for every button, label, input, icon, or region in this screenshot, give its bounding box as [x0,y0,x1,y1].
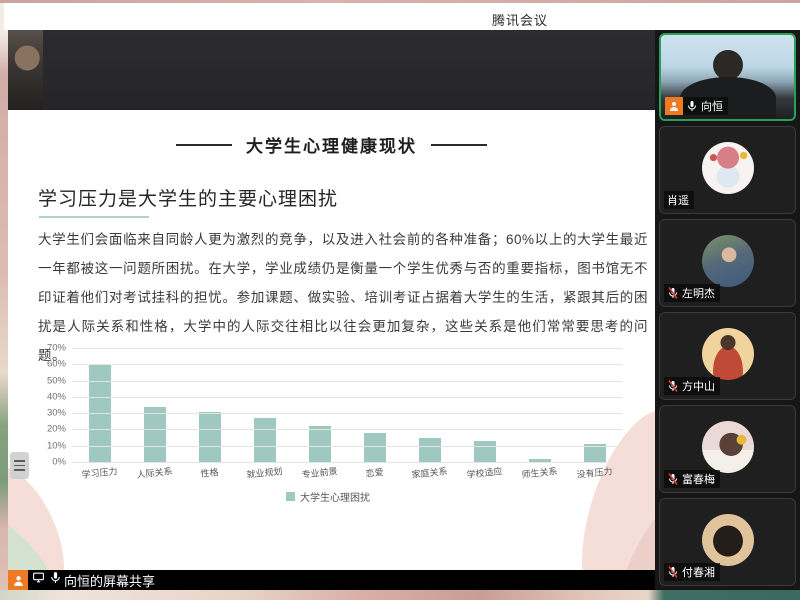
bar-专业前景 [309,426,331,462]
screen-share-icon [32,571,45,589]
participant-name: 向恒 [701,98,723,114]
bar-chart: 0% 10% 20% 30% 40% 50% 60% 70% 学习压力人际关系性格就业规划专业… [30,343,626,509]
illustration-sunflower-avatar [702,421,754,473]
share-banner-text: 向恒的屏幕共享 [64,571,155,590]
name-pill: 富春梅 [664,470,720,488]
chart-x-axis: 学习压力人际关系性格就业规划专业前景恋爱家庭关系学校适应师生关系没有压力 [72,466,622,479]
x-tick-label: 恋爱 [346,463,402,482]
participant-label: 向恒 [665,97,728,115]
y-tick-label: 10% [30,440,66,451]
slide-heading: 学习压力是大学生的主要心理困扰 [38,184,338,211]
meeting-app: 大学生心理健康现状 学习压力是大学生的主要心理困扰 大学生们会面临来自同龄人更为… [8,30,800,590]
presentation-slide: 大学生心理健康现状 学习压力是大学生的主要心理困扰 大学生们会面临来自同龄人更为… [8,110,655,570]
y-tick-label: 50% [30,375,66,386]
title-dash-right [431,144,487,146]
microphone-muted-icon [667,380,679,392]
bar-恋爱 [364,433,386,462]
slide-title-row: 大学生心理健康现状 [8,132,655,157]
legend-swatch [286,492,295,501]
bar-没有压力 [584,444,606,462]
participant-name: 肖遥 [667,192,689,208]
gridline [72,348,622,349]
participant-label: 付春湘 [664,563,720,581]
microphone-muted-icon [667,473,679,485]
participant-label: 富春梅 [664,470,720,488]
window-titlebar: 腾讯会议 [4,3,800,30]
y-tick-label: 70% [30,343,66,354]
gridline [72,462,622,463]
photo-blue-hoodie-avatar [702,235,754,287]
gridline [72,397,622,398]
bar-性格 [199,412,221,462]
y-tick-label: 40% [30,391,66,402]
participant-tile-富春梅[interactable]: 富春梅 [659,405,796,493]
presenter-person-icon [8,570,28,590]
presenter-person-icon [665,97,683,115]
cartoon-girl-avatar [702,142,754,194]
participant-tile-付春湘[interactable]: 付春湘 [659,498,796,586]
participant-name: 方中山 [682,378,715,394]
title-dash-left [176,144,232,146]
y-tick-label: 60% [30,359,66,370]
x-tick-label: 人际关系 [126,463,182,482]
participant-tile-方中山[interactable]: 方中山 [659,312,796,400]
microphone-icon [686,100,698,112]
microphone-muted-icon [667,287,679,299]
participants-panel: 向恒肖遥左明杰方中山富春梅付春湘 [655,30,800,590]
chart-plot [72,348,622,462]
wallpaper-bottom-strip [0,590,800,600]
gridline [72,429,622,430]
name-pill: 付春湘 [664,563,720,581]
bar-人际关系 [144,407,166,462]
slide-title: 大学生心理健康现状 [246,132,417,157]
window-title: 腾讯会议 [492,10,548,29]
heading-underline [39,216,149,218]
bar-家庭关系 [419,438,441,462]
name-pill: 肖遥 [664,191,694,209]
participant-name: 付春湘 [682,564,715,580]
participant-name: 富春梅 [682,471,715,487]
participant-label: 左明杰 [664,284,720,302]
x-tick-label: 就业规划 [236,463,292,482]
x-tick-label: 师生关系 [511,463,567,482]
participant-label: 肖遥 [664,191,694,209]
cartoon-boy-red-avatar [702,328,754,380]
x-tick-label: 性格 [181,463,237,482]
bar-学校适应 [474,441,496,462]
y-tick-label: 30% [30,408,66,419]
wallpaper-left-strip [0,3,8,600]
participant-tile-肖遥[interactable]: 肖遥 [659,126,796,214]
name-pill: 方中山 [664,377,720,395]
microphone-muted-icon [667,566,679,578]
presenter-camera-thumbnail [8,30,43,110]
shared-screen-top-band [8,30,655,110]
x-tick-label: 学习压力 [71,463,127,482]
participant-label: 方中山 [664,377,720,395]
photo-long-hair-avatar [702,514,754,566]
gridline [72,364,622,365]
y-tick-label: 0% [30,457,66,468]
x-tick-label: 没有压力 [566,463,622,482]
gridline [72,381,622,382]
participant-tile-左明杰[interactable]: 左明杰 [659,219,796,307]
x-tick-label: 家庭关系 [401,463,457,482]
participant-name: 左明杰 [682,285,715,301]
shared-screen-stage: 大学生心理健康现状 学习压力是大学生的主要心理困扰 大学生们会面临来自同龄人更为… [8,30,655,590]
y-tick-label: 20% [30,424,66,435]
desktop: 腾讯会议 大学生心理健康现状 学习压力是大学生的主要心理困扰 大学生们会面临来自… [0,0,800,600]
chart-y-axis: 0%10%20%30%40%50%60%70% [30,348,66,462]
chart-legend: 大学生心理困扰 [30,489,626,504]
microphone-icon [49,571,62,589]
screen-share-banner: 向恒的屏幕共享 [8,570,655,590]
gridline [72,446,622,447]
name-pill: 向恒 [683,97,728,115]
slideshow-menu-button[interactable] [10,452,29,479]
x-tick-label: 学校适应 [456,463,512,482]
legend-label: 大学生心理困扰 [300,489,370,504]
gridline [72,413,622,414]
x-tick-label: 专业前景 [291,463,347,482]
participant-tile-向恒[interactable]: 向恒 [659,33,796,121]
name-pill: 左明杰 [664,284,720,302]
bar-就业规划 [254,418,276,462]
